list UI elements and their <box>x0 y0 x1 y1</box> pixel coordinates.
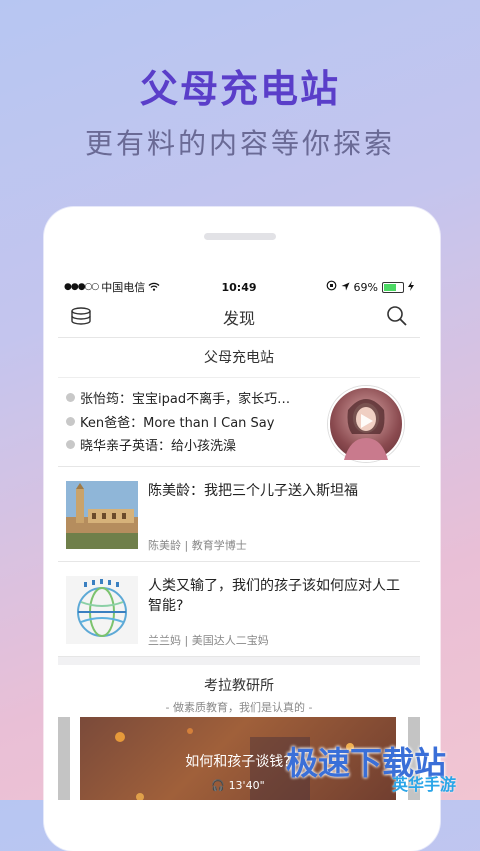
bullet-dot-icon <box>66 440 75 449</box>
article-card[interactable]: 人类又输了，我们的孩子该如何应对人工智能? 兰兰妈 | 美国达人二宝妈 <box>58 562 420 657</box>
article-headline: 陈美龄：我把三个儿子送入斯坦福 <box>148 483 358 499</box>
nav-bar: 发现 <box>58 297 420 338</box>
carousel-prev-peek[interactable] <box>58 717 70 800</box>
promo-title: 父母充电站 <box>139 67 340 111</box>
parent-station-card: 父母充电站 张怡筠：宝宝ipad不离手，家长巧… Ken爸爸：More than… <box>58 338 420 467</box>
bullet-dot-icon <box>66 393 75 402</box>
charging-icon <box>408 280 414 294</box>
wifi-icon <box>148 281 160 294</box>
audio-list: 张怡筠：宝宝ipad不离手，家长巧… Ken爸爸：More than I Can… <box>58 378 420 467</box>
signal-indicator: ●●●○○ <box>64 282 99 292</box>
list-item-text: 晓华亲子英语：给小孩洗澡 <box>80 439 237 454</box>
article-meta: 兰兰妈 | 美国达人二宝妈 <box>148 634 269 647</box>
section-title: 父母充电站 <box>58 338 420 378</box>
duration-text: 13'40" <box>228 779 265 792</box>
list-item[interactable]: 张怡筠：宝宝ipad不离手，家长巧… <box>66 388 290 407</box>
audio-play-avatar[interactable] <box>328 386 404 462</box>
article-meta: 陈美龄 | 教育学博士 <box>148 539 247 552</box>
phone-speaker <box>204 233 276 240</box>
battery-percent: 69% <box>353 280 378 294</box>
promo-subtitle: 更有料的内容等你探索 <box>84 127 395 160</box>
rotation-lock-icon <box>326 280 337 294</box>
article-card[interactable]: 陈美龄：我把三个儿子送入斯坦福 陈美龄 | 教育学博士 <box>58 467 420 562</box>
ai-globe-thumbnail <box>66 576 138 644</box>
search-icon[interactable] <box>386 305 408 331</box>
article-headline: 人类又输了，我们的孩子该如何应对人工智能? <box>148 578 400 614</box>
battery-icon <box>382 281 404 293</box>
location-icon <box>341 281 350 294</box>
app-screen: ●●●○○ 中国电信 10:49 69% 发现 父母充电站 张怡筠：宝宝ipad… <box>58 277 420 800</box>
list-item[interactable]: 晓华亲子英语：给小孩洗澡 <box>66 435 236 454</box>
status-bar: ●●●○○ 中国电信 10:49 69% <box>58 277 420 297</box>
list-item-text: 张怡筠：宝宝ipad不离手，家长巧… <box>80 392 291 407</box>
nav-title: 发现 <box>222 309 255 328</box>
stanford-thumbnail <box>66 481 138 549</box>
watermark-logo-sub: 英华手游 <box>392 775 457 794</box>
headphones-icon: 🎧 <box>211 779 226 792</box>
play-icon <box>344 399 388 460</box>
carrier-label: 中国电信 <box>101 281 146 294</box>
section-divider <box>58 657 420 665</box>
section-subtitle: - 做素质教育，我们是认真的 - <box>165 701 313 714</box>
section-title: 考拉教研所 <box>204 678 274 694</box>
list-item-text: Ken爸爸：More than I Can Say <box>80 416 275 431</box>
list-item[interactable]: Ken爸爸：More than I Can Say <box>66 412 274 431</box>
bullet-dot-icon <box>66 417 75 426</box>
coin-stack-icon[interactable] <box>70 306 92 332</box>
